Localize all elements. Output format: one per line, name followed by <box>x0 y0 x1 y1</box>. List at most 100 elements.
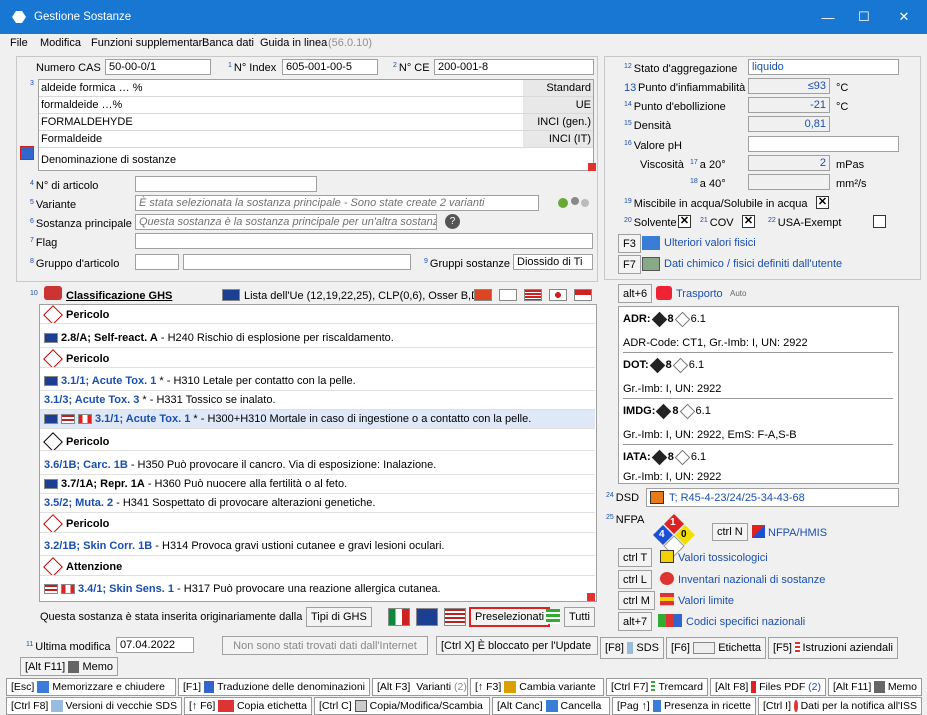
ghs-entry-row[interactable]: 3.2/1B; Skin Corr. 1B - H314 Provoca gra… <box>40 537 595 556</box>
ghs-entry-row[interactable]: 3.7/1A; Repr. 1A - H360 Può nuocere alla… <box>40 475 595 494</box>
f3-button[interactable]: F3 <box>618 234 641 253</box>
miscible-checkbox[interactable]: ✕ <box>816 196 829 209</box>
old-sds-button[interactable]: [Ctrl F8] Versioni di vecchie SDS <box>6 697 182 715</box>
limits-link[interactable]: Valori limite <box>678 595 734 607</box>
jp-flag-icon[interactable] <box>549 289 567 301</box>
kr-flag-icon[interactable] <box>499 289 517 301</box>
id-flag-icon[interactable] <box>574 289 592 301</box>
dsd-field[interactable]: T; R45-4-23/24/25-34-43-68 <box>646 488 899 507</box>
inventory-link[interactable]: Inventari nazionali di sostanze <box>678 574 825 586</box>
ph-input[interactable] <box>748 136 899 152</box>
ghs-entry-row[interactable]: 3.1/1; Acute Tox. 1 * - H300+H310 Mortal… <box>40 410 595 429</box>
variant-icon[interactable] <box>555 195 593 210</box>
article-group-desc[interactable] <box>183 254 411 270</box>
iata-entry[interactable]: IATA: 8 6.1 <box>623 449 706 465</box>
recipes-button[interactable]: [Pag ↑] Presenza in ricette <box>612 697 756 715</box>
tox-values-link[interactable]: Valori tossicologici <box>678 552 768 564</box>
ghs-signal-row[interactable]: Pericolo <box>40 305 595 324</box>
copy-label-button[interactable]: [↑ F6] Copia etichetta <box>184 697 312 715</box>
save-close-button[interactable]: [Esc] Memorizzare e chiudere <box>6 678 176 696</box>
add-icon[interactable] <box>588 163 596 171</box>
article-input[interactable] <box>135 176 317 192</box>
boiling-point-input[interactable]: -21 <box>748 97 830 113</box>
name-row[interactable]: FORMALDEHYDE <box>39 114 523 131</box>
substance-groups-input[interactable]: Diossido di Ti <box>513 254 593 270</box>
cov-checkbox[interactable]: ✕ <box>742 215 755 228</box>
variants-button[interactable]: [Alt F3] Varianti (2) <box>372 678 468 696</box>
visc40-input[interactable] <box>748 174 830 190</box>
all-button[interactable]: Tutti <box>564 607 595 627</box>
cas-input[interactable]: 50-00-0/1 <box>105 59 211 75</box>
instructions-button[interactable]: [F5] Istruzioni aziendali <box>768 637 898 659</box>
name-row[interactable]: Formaldeide <box>39 131 523 148</box>
limits-key-button[interactable]: ctrl M <box>618 591 655 610</box>
usa-exempt-checkbox[interactable] <box>873 215 886 228</box>
dot-entry[interactable]: DOT: 8 6.1 <box>623 357 704 373</box>
maximize-button[interactable]: ☐ <box>846 0 882 34</box>
help-icon[interactable]: ? <box>445 214 460 229</box>
main-substance-input[interactable]: Questa sostanza è la sostanza principale… <box>135 214 437 230</box>
eu-flag-button[interactable] <box>416 608 438 626</box>
imdg-entry[interactable]: IMDG: 8 6.1 <box>623 403 711 419</box>
ghs-types-button[interactable]: Tipi di GHS <box>306 607 372 627</box>
codes-key-button[interactable]: alt+7 <box>618 612 653 631</box>
copy-modify-button[interactable]: [Ctrl C] Copia/Modifica/Scambia <box>314 697 490 715</box>
my-flag-icon[interactable] <box>524 289 542 301</box>
state-input[interactable]: liquido <box>748 59 899 75</box>
name-row[interactable]: formaldeide …% <box>39 97 523 114</box>
cn-flag-icon[interactable] <box>474 289 492 301</box>
extra-physical-link[interactable]: Ulteriori valori fisici <box>664 237 756 249</box>
variant-input[interactable]: È stata selezionata la sostanza principa… <box>135 195 539 211</box>
sds-button[interactable]: [F8] SDS <box>600 637 664 659</box>
nfpa-key-button[interactable]: ctrl N <box>712 523 748 541</box>
add-ghs-icon[interactable] <box>587 593 595 601</box>
ghs-entry-row[interactable]: 3.1/3; Acute Tox. 3 * - H331 Tossico se … <box>40 391 595 410</box>
update-block-button[interactable]: [Ctrl X] È bloccato per l'Update <box>436 636 598 655</box>
ghs-signal-row[interactable]: Pericolo <box>40 432 595 451</box>
it-flag-button[interactable] <box>388 608 410 626</box>
ghs-entry-row[interactable]: 3.6/1B; Carc. 1B - H350 Può provocare il… <box>40 456 595 475</box>
minimize-button[interactable]: — <box>810 0 846 34</box>
ghs-entry-row[interactable]: 3.5/2; Muta. 2 - H341 Sospettato di prov… <box>40 494 595 513</box>
menu-guida[interactable]: Guida in linea <box>260 37 327 49</box>
menu-file[interactable]: File <box>10 37 28 49</box>
translate-icon[interactable] <box>20 146 34 160</box>
national-codes-link[interactable]: Codici specifici nazionali <box>686 616 805 628</box>
flash-point-input[interactable]: ≤93 <box>748 78 830 94</box>
ghs-signal-row[interactable]: Pericolo <box>40 514 595 533</box>
transport-key-button[interactable]: alt+6 <box>618 284 653 303</box>
menu-modifica[interactable]: Modifica <box>40 37 81 49</box>
preselected-button[interactable]: Preselezionati <box>469 607 551 627</box>
f7-button[interactable]: F7 <box>618 255 641 274</box>
tox-key-button[interactable]: ctrl T <box>618 548 653 567</box>
delete-button[interactable]: [Alt Canc] Cancella <box>492 697 610 715</box>
flag-input[interactable] <box>135 233 593 249</box>
ce-input[interactable]: 200-001-8 <box>434 59 594 75</box>
memo-toolbar-button[interactable]: [Alt F11] Memo <box>828 678 922 696</box>
adr-entry[interactable]: ADR: 8 6.1 <box>623 311 706 327</box>
ghs-title[interactable]: Classificazione GHS <box>66 290 172 302</box>
inventory-key-button[interactable]: ctrl L <box>618 570 652 589</box>
tremcard-button[interactable]: [Ctrl F7] Tremcard <box>606 678 708 696</box>
us-flag-button[interactable] <box>444 608 466 626</box>
index-input[interactable]: 605-001-00-5 <box>282 59 378 75</box>
ghs-entry-row[interactable]: 2.8/A; Self-react. A - H240 Rischio di e… <box>40 329 595 348</box>
ghs-signal-row[interactable]: Attenzione <box>40 557 595 576</box>
change-variant-button[interactable]: [↑ F3] Cambia variante <box>470 678 604 696</box>
solvent-checkbox[interactable]: ✕ <box>678 215 691 228</box>
memo-button[interactable]: [Alt F11] Memo <box>20 657 118 676</box>
visc20-input[interactable]: 2 <box>748 155 830 171</box>
pdf-files-button[interactable]: [Alt F8] Files PDF (2) <box>710 678 826 696</box>
nfpa-hmis-link[interactable]: NFPA/HMIS <box>768 527 827 539</box>
article-group-input[interactable] <box>135 254 179 270</box>
ghs-entry-row[interactable]: 3.4/1; Skin Sens. 1 - H317 Può provocare… <box>40 580 595 599</box>
transport-title[interactable]: Trasporto <box>676 288 723 300</box>
ghs-entry-row[interactable]: 3.1/1; Acute Tox. 1 * - H310 Letale per … <box>40 372 595 391</box>
iss-notify-button[interactable]: [Ctrl I] Dati per la notifica all'ISS <box>758 697 922 715</box>
menu-banca-dati[interactable]: Banca dati <box>202 37 254 49</box>
label-button[interactable]: [F6] Etichetta <box>666 637 766 659</box>
translate-names-button[interactable]: [F1] Traduzione delle denominazioni <box>178 678 370 696</box>
menu-funzioni[interactable]: Funzioni supplementari <box>91 37 205 49</box>
ghs-signal-row[interactable]: Pericolo <box>40 349 595 368</box>
close-button[interactable]: ✕ <box>886 0 922 34</box>
